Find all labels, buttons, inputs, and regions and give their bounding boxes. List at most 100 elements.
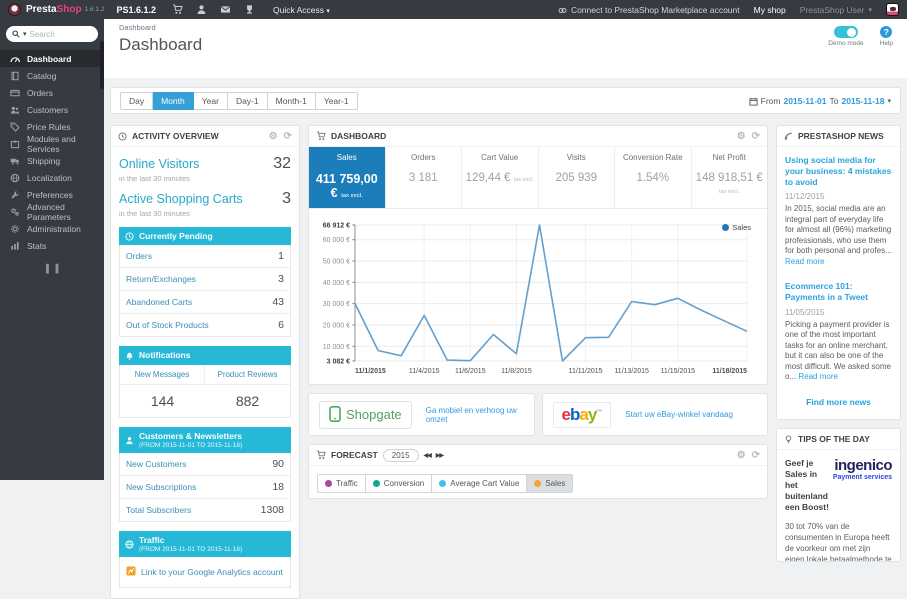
wrench-icon — [9, 189, 20, 200]
cart-icon[interactable] — [172, 1, 183, 19]
sidebar-item-dashboard[interactable]: Dashboard — [0, 50, 104, 67]
user-menu[interactable]: PrestaShop User ▾ — [800, 5, 872, 15]
chevron-down-icon[interactable]: ▾ — [23, 30, 27, 38]
sidebar-collapse-button[interactable]: ▌▐ — [46, 264, 58, 273]
svg-text:11/11/2015: 11/11/2015 — [569, 368, 603, 375]
demo-mode-toggle[interactable]: Demo mode — [828, 26, 863, 47]
tab-traffic[interactable]: Traffic — [317, 474, 366, 493]
mail-icon[interactable] — [220, 1, 231, 19]
sidebar-item-orders[interactable]: Orders — [0, 84, 104, 101]
sidebar-item-administration[interactable]: Administration — [0, 220, 104, 237]
sidebar-item-modules[interactable]: Modules and Services — [0, 135, 104, 152]
sidebar-item-customers[interactable]: Customers — [0, 101, 104, 118]
shopgate-link[interactable]: Ga mobiel en verhoog uw omzet — [426, 406, 524, 424]
bar-chart-icon — [9, 240, 20, 251]
range-day-1-button[interactable]: Day-1 — [228, 92, 268, 110]
customers-table: New Customers90 New Subscriptions18 Tota… — [119, 453, 291, 522]
svg-text:50 000 €: 50 000 € — [323, 259, 350, 266]
tab-sales[interactable]: Sales — [527, 474, 573, 493]
read-more-link[interactable]: Read more — [798, 372, 838, 381]
svg-text:10 000 €: 10 000 € — [323, 344, 350, 351]
sidebar-item-localization[interactable]: Localization — [0, 169, 104, 186]
svg-text:11/4/2015: 11/4/2015 — [409, 368, 440, 375]
my-shop-link[interactable]: My shop — [754, 5, 786, 15]
next-year-button[interactable]: ▶▶ — [436, 452, 443, 459]
svg-text:11/13/2015: 11/13/2015 — [614, 368, 649, 375]
chart-legend[interactable]: Sales — [722, 223, 751, 232]
globe-icon — [125, 538, 134, 548]
person-icon — [125, 434, 134, 444]
traffic-header: Traffic(FROM 2015-11-01 TO 2015-11-18) — [119, 531, 291, 557]
kpi-net-profit[interactable]: Net Profit148 918,51 € tax excl. — [691, 147, 768, 208]
range-year-1-button[interactable]: Year-1 — [316, 92, 358, 110]
toggle-icon[interactable] — [834, 26, 858, 38]
previous-year-button[interactable]: ◀◀ — [424, 452, 431, 459]
kpi-conversion-rate[interactable]: Conversion Rate1.54% — [614, 147, 691, 208]
sidebar-item-shipping[interactable]: Shipping — [0, 152, 104, 169]
svg-text:11/1/2015: 11/1/2015 — [355, 368, 386, 375]
credit-card-icon — [9, 87, 20, 98]
google-analytics-row: Link to your Google Analytics account — [119, 557, 291, 588]
news-article: Using social media for your business: 4 … — [785, 155, 892, 267]
breadcrumb[interactable]: Dashboard — [119, 23, 897, 32]
news-article-title[interactable]: Using social media for your business: 4 … — [785, 155, 892, 188]
ebay-link[interactable]: Start uw eBay-winkel vandaag — [625, 410, 733, 419]
kpi-sales[interactable]: Sales411 759,00 € tax excl. — [309, 147, 385, 208]
online-visitors-link[interactable]: Online Visitors — [119, 157, 199, 171]
user-avatar[interactable] — [886, 3, 899, 16]
marketplace-connect-link[interactable]: Connect to PrestaShop Marketplace accoun… — [558, 4, 740, 14]
globe-icon — [9, 172, 20, 183]
tab-average-cart-value[interactable]: Average Cart Value — [432, 474, 527, 493]
sidebar-scrollbar[interactable] — [100, 41, 104, 89]
product-reviews-link[interactable]: Product Reviews — [205, 365, 290, 385]
panel-title: DASHBOARD — [331, 131, 386, 141]
lightbulb-icon — [784, 434, 793, 444]
panel-settings-icon[interactable]: ⚙ — [269, 131, 278, 142]
panel-settings-icon[interactable]: ⚙ — [737, 450, 746, 461]
user-icon[interactable] — [196, 1, 207, 19]
sidebar-item-price-rules[interactable]: Price Rules — [0, 118, 104, 135]
find-more-news-link[interactable]: Find more news — [785, 397, 892, 407]
tab-conversion[interactable]: Conversion — [366, 474, 432, 493]
kpi-cart-value[interactable]: Cart Value129,44 € tax excl. — [461, 147, 538, 208]
trophy-icon[interactable] — [244, 1, 255, 19]
sidebar-item-catalog[interactable]: Catalog — [0, 67, 104, 84]
sidebar-item-advanced-parameters[interactable]: Advanced Parameters — [0, 203, 104, 220]
news-article-date: 11/05/2015 — [785, 308, 892, 317]
active-carts-link[interactable]: Active Shopping Carts — [119, 192, 243, 206]
panel-refresh-icon[interactable]: ⟳ — [752, 131, 760, 142]
kpi-visits[interactable]: Visits205 939 — [538, 147, 615, 208]
news-article-title[interactable]: Ecommerce 101: Payments in a Tweet — [785, 281, 892, 303]
sidebar-search[interactable]: ▾ — [6, 26, 98, 42]
range-month-button[interactable]: Month — [153, 92, 194, 110]
legend-dot-icon — [722, 224, 729, 231]
sidebar-item-stats[interactable]: Stats — [0, 237, 104, 254]
panel-refresh-icon[interactable]: ⟳ — [284, 131, 292, 142]
kpi-orders[interactable]: Orders3 181 — [385, 147, 462, 208]
sales-chart: 66 912 €60 000 €50 000 €40 000 €30 000 €… — [309, 209, 767, 384]
forecast-year-pill: 2015 — [383, 449, 419, 462]
google-analytics-icon — [126, 563, 136, 581]
sidebar-item-preferences[interactable]: Preferences — [0, 186, 104, 203]
top-bar: PrestaShop 1.6.1.2 PS1.6.1.2 Quick Acces… — [0, 0, 907, 19]
panel-settings-icon[interactable]: ⚙ — [737, 131, 746, 142]
help-button[interactable]: ? Help — [880, 26, 893, 47]
gears-icon — [9, 206, 20, 217]
range-day-button[interactable]: Day — [120, 92, 153, 110]
date-range-picker[interactable]: From 2015-11-01 To 2015-11-18 ▾ — [749, 95, 891, 105]
new-messages-link[interactable]: New Messages — [120, 365, 205, 385]
quick-access-menu[interactable]: Quick Access ▾ — [273, 5, 330, 15]
sales-dot-icon — [534, 480, 541, 487]
google-analytics-link[interactable]: Link to your Google Analytics account — [141, 567, 283, 577]
shopgate-logo: Shopgate — [319, 401, 412, 429]
read-more-link[interactable]: Read more — [785, 257, 825, 266]
clock-icon — [125, 231, 134, 241]
svg-text:11/15/2015: 11/15/2015 — [661, 368, 696, 375]
svg-text:11/18/2015: 11/18/2015 — [712, 368, 747, 375]
range-year-button[interactable]: Year — [194, 92, 228, 110]
panel-refresh-icon[interactable]: ⟳ — [752, 450, 760, 461]
help-icon[interactable]: ? — [880, 26, 892, 38]
table-row: Out of Stock Products6 — [120, 314, 290, 336]
range-month-1-button[interactable]: Month-1 — [268, 92, 316, 110]
search-input[interactable] — [30, 30, 82, 39]
